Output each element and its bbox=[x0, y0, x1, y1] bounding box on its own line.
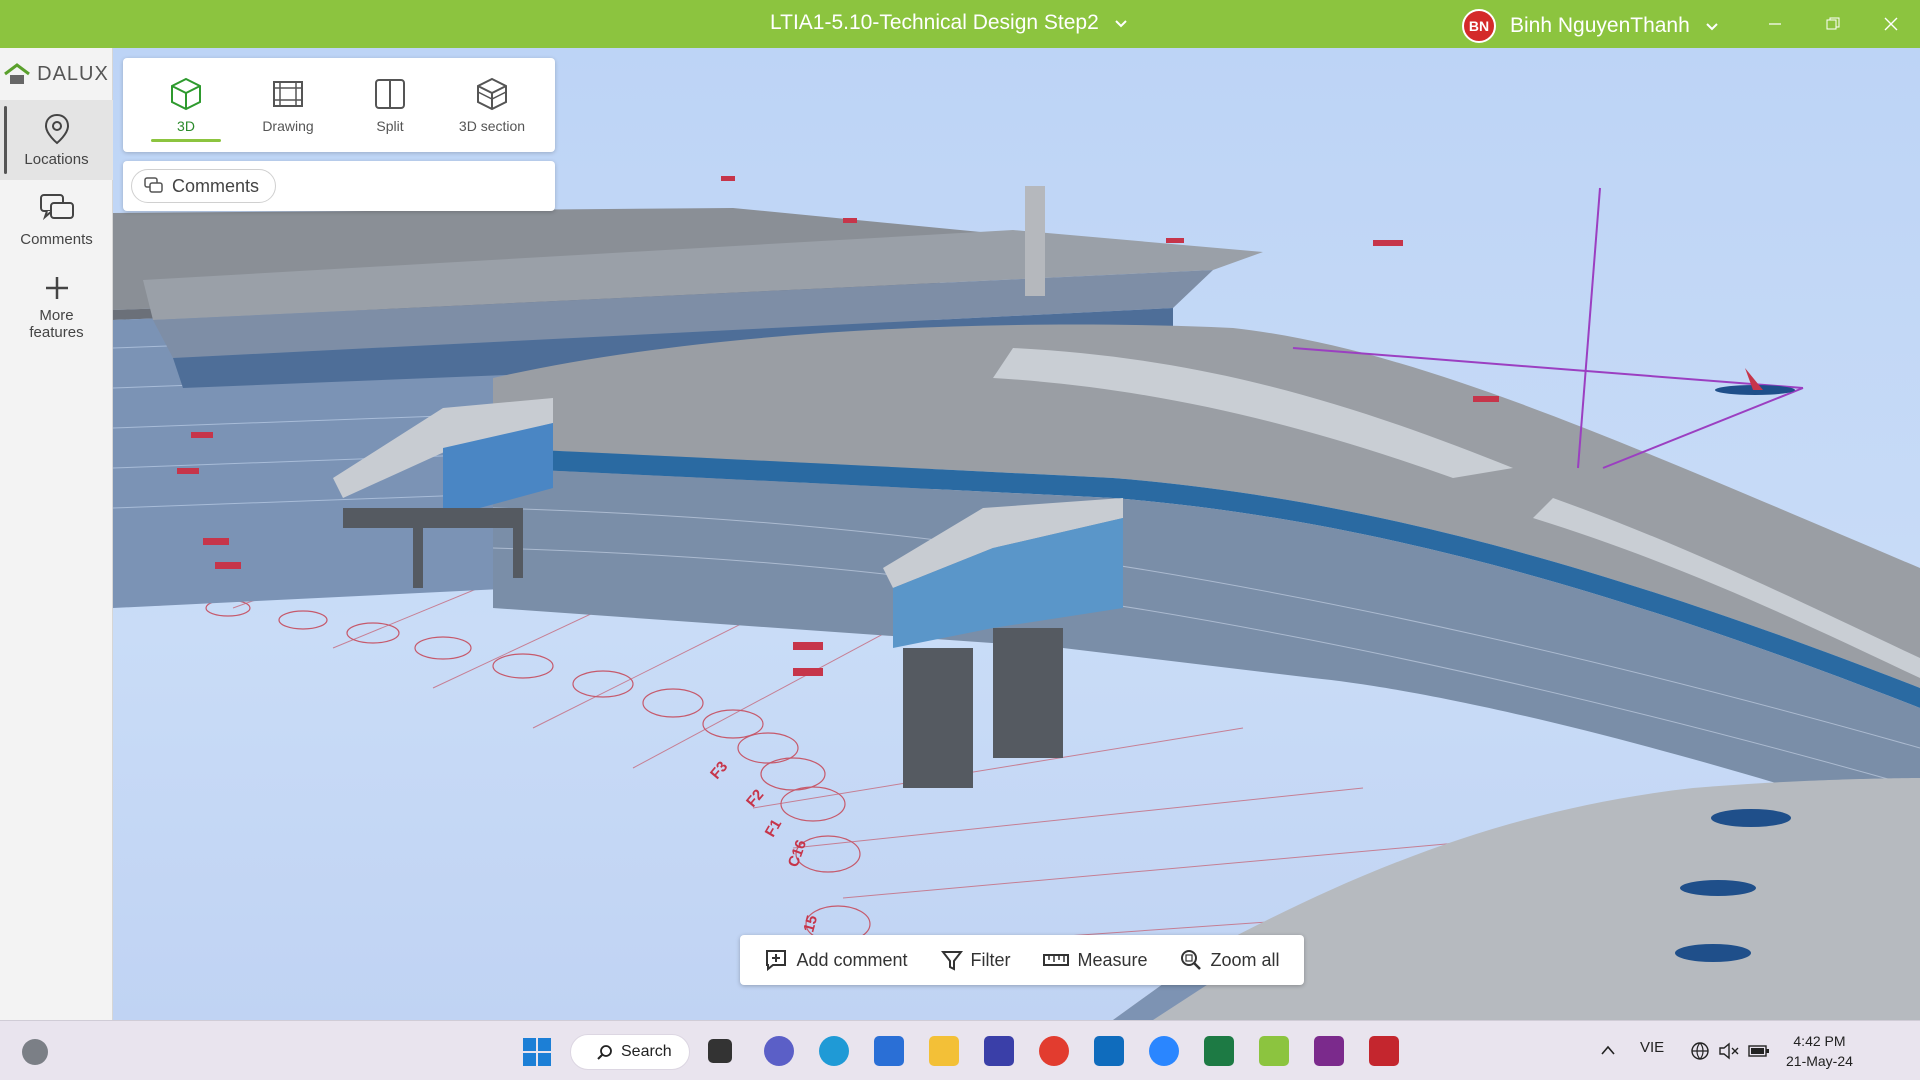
add-comment-button[interactable]: Add comment bbox=[758, 942, 913, 978]
measure-label: Measure bbox=[1077, 949, 1148, 970]
store-icon[interactable] bbox=[874, 1036, 904, 1066]
network-icon[interactable] bbox=[1690, 1041, 1710, 1061]
comments-chip-label: Comments bbox=[172, 175, 260, 196]
user-menu[interactable]: BN Binh NguyenThanh bbox=[1462, 9, 1720, 43]
add-comment-label: Add comment bbox=[796, 949, 908, 970]
add-comment-icon bbox=[766, 950, 787, 972]
tab-label: 3D bbox=[177, 118, 195, 134]
plus-icon bbox=[45, 277, 68, 299]
avatar: BN bbox=[1462, 9, 1496, 43]
start-button[interactable] bbox=[522, 1037, 552, 1067]
edge-icon[interactable] bbox=[819, 1036, 849, 1066]
comments-filter-panel: Comments bbox=[123, 161, 555, 211]
gate-label: F3 bbox=[707, 758, 731, 782]
comments-chip[interactable]: Comments bbox=[131, 169, 277, 203]
taskbar: Search VIE 4:42 PM 21-May-24 bbox=[0, 1020, 1920, 1080]
sidebar-item-label: More features bbox=[29, 307, 84, 341]
chevron-down-icon bbox=[1706, 23, 1718, 31]
sidebar-item-label: Comments bbox=[20, 230, 93, 248]
filter-icon bbox=[940, 951, 963, 971]
split-icon bbox=[375, 79, 405, 109]
gate-label: F2 bbox=[743, 786, 767, 810]
tab-split[interactable]: Split bbox=[339, 58, 441, 152]
close-button[interactable] bbox=[1862, 0, 1920, 48]
outlook-icon[interactable] bbox=[1094, 1036, 1124, 1066]
gate-label: C16 bbox=[785, 838, 810, 870]
left-sidebar: DALUX Locations Comments More features bbox=[0, 48, 113, 1020]
tab-label: Split bbox=[376, 118, 404, 134]
dalux-taskbar-icon[interactable] bbox=[1259, 1036, 1289, 1066]
widgets-icon[interactable] bbox=[22, 1039, 48, 1065]
document-title: LTIA1-5.10-Technical Design Step2 bbox=[770, 11, 1099, 34]
close-icon bbox=[1884, 17, 1898, 31]
filter-button[interactable]: Filter bbox=[935, 943, 1017, 977]
app-icon[interactable] bbox=[984, 1036, 1014, 1066]
excel-icon[interactable] bbox=[1204, 1036, 1234, 1066]
tab-3d[interactable]: 3D bbox=[135, 58, 237, 152]
cube-icon bbox=[171, 77, 201, 111]
clock-date: 21-May-24 bbox=[1786, 1053, 1853, 1069]
ruler-icon bbox=[1043, 954, 1070, 966]
document-title-dropdown[interactable]: LTIA1-5.10-Technical Design Step2 bbox=[770, 11, 1129, 35]
tab-drawing[interactable]: Drawing bbox=[237, 58, 339, 152]
windows-icon bbox=[523, 1038, 551, 1066]
dalux-logo[interactable]: DALUX bbox=[0, 48, 112, 100]
autocad-icon[interactable] bbox=[1369, 1036, 1399, 1066]
tab-label: Drawing bbox=[262, 118, 314, 134]
tab-label: 3D section bbox=[458, 118, 526, 134]
logo-text: DALUX bbox=[37, 62, 109, 85]
user-name: Binh NguyenThanh bbox=[1510, 14, 1690, 37]
zoom-icon bbox=[1181, 950, 1202, 970]
restore-icon bbox=[1826, 17, 1840, 30]
measure-button[interactable]: Measure bbox=[1037, 944, 1153, 977]
taskbar-search[interactable]: Search bbox=[570, 1034, 690, 1070]
minimize-button[interactable] bbox=[1746, 0, 1804, 48]
filter-label: Filter bbox=[970, 949, 1011, 970]
clock-time: 4:42 PM bbox=[1793, 1033, 1846, 1049]
task-view-icon[interactable] bbox=[708, 1039, 732, 1063]
volume-muted-icon[interactable] bbox=[1718, 1041, 1740, 1061]
view-mode-panel: 3D Drawing Split 3D section bbox=[123, 58, 555, 152]
sidebar-item-more-features[interactable]: More features bbox=[0, 260, 113, 356]
file-explorer-icon[interactable] bbox=[929, 1036, 959, 1066]
pdf-app-icon[interactable] bbox=[1314, 1036, 1344, 1066]
zoom-all-button[interactable]: Zoom all bbox=[1174, 943, 1285, 977]
search-icon bbox=[597, 1045, 612, 1060]
house-icon bbox=[4, 63, 31, 84]
comments-icon bbox=[39, 193, 74, 220]
clock[interactable]: 4:42 PM 21-May-24 bbox=[1786, 1031, 1853, 1071]
comments-icon bbox=[144, 177, 163, 193]
bottom-toolbar: Add comment Filter Measure Zoom all bbox=[740, 935, 1304, 985]
search-label: Search bbox=[621, 1043, 672, 1060]
gate-label: F1 bbox=[762, 816, 785, 840]
chevron-down-icon bbox=[1115, 20, 1127, 28]
teams-chat-icon[interactable] bbox=[764, 1036, 794, 1066]
tab-3d-section[interactable]: 3D section bbox=[441, 58, 543, 152]
location-pin-icon bbox=[44, 113, 69, 144]
zalo-icon[interactable] bbox=[1149, 1036, 1179, 1066]
battery-icon[interactable] bbox=[1748, 1042, 1770, 1060]
drawing-icon bbox=[273, 81, 303, 107]
gate-label: 15 bbox=[800, 914, 821, 935]
chrome-icon[interactable] bbox=[1039, 1036, 1069, 1066]
sidebar-item-label: Locations bbox=[24, 150, 89, 168]
sidebar-item-locations[interactable]: Locations bbox=[0, 100, 113, 180]
restore-button[interactable] bbox=[1804, 0, 1862, 48]
minimize-icon bbox=[1769, 23, 1781, 25]
title-bar: LTIA1-5.10-Technical Design Step2 BN Bin… bbox=[0, 0, 1920, 48]
section-cube-icon bbox=[477, 77, 507, 111]
chevron-up-icon[interactable] bbox=[1600, 1043, 1616, 1057]
sidebar-item-comments[interactable]: Comments bbox=[0, 180, 113, 260]
language-indicator[interactable]: VIE bbox=[1640, 1039, 1664, 1056]
zoom-all-label: Zoom all bbox=[1210, 949, 1280, 970]
